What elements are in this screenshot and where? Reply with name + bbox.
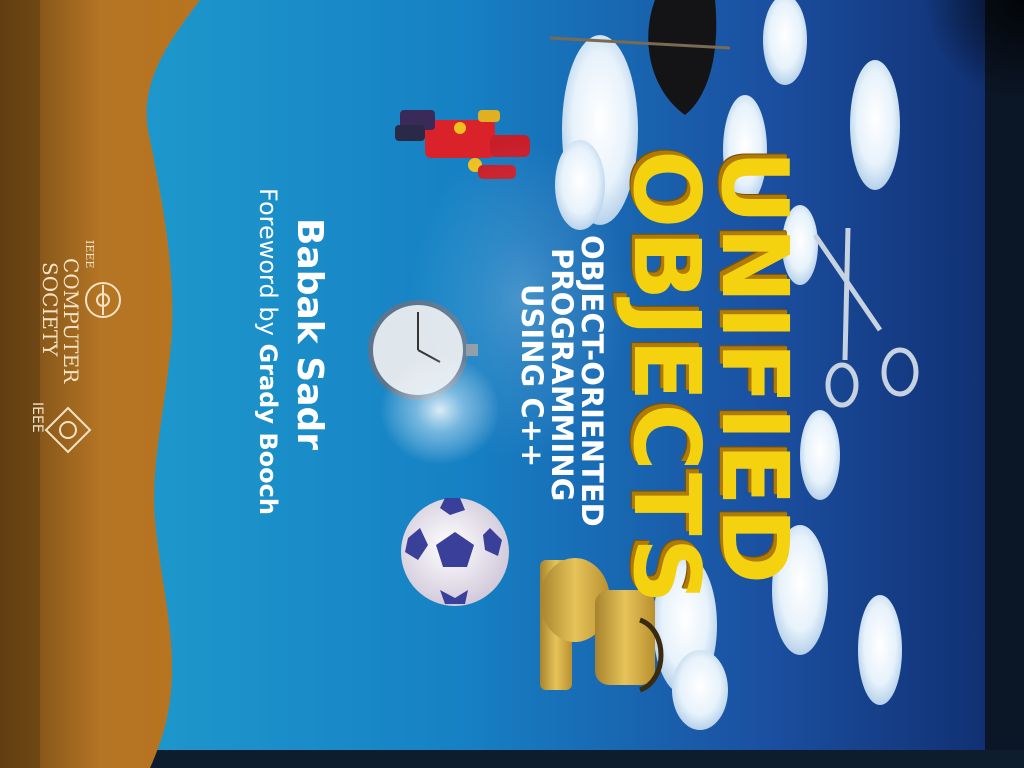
book-cover-photo: UNIFIED OBJECTS OBJECT-ORIENTED PROGRAMM…	[0, 0, 1024, 768]
publisher-line1: COMPUTER	[59, 258, 83, 384]
publisher-small-mark: IEEE	[83, 240, 96, 269]
soccer-ball-icon	[401, 498, 509, 606]
ieee-label: IEEE	[29, 402, 45, 433]
foreword-line: Foreword by Grady Booch	[254, 188, 282, 515]
title-line2: OBJECTS	[613, 150, 720, 606]
foreword-name: Grady Booch	[254, 343, 282, 515]
foreword-prefix: Foreword by	[254, 188, 282, 344]
subtitle-line2: PROGRAMMING	[545, 248, 579, 502]
author-name: Babak Sadr	[289, 218, 330, 451]
cover-artwork	[0, 0, 1024, 768]
subtitle-line3: USING C++	[515, 284, 549, 468]
publisher-line2: SOCIETY	[38, 262, 62, 357]
title-line1: UNIFIED	[701, 150, 808, 587]
subtitle-line1: OBJECT-ORIENTED	[575, 235, 609, 527]
